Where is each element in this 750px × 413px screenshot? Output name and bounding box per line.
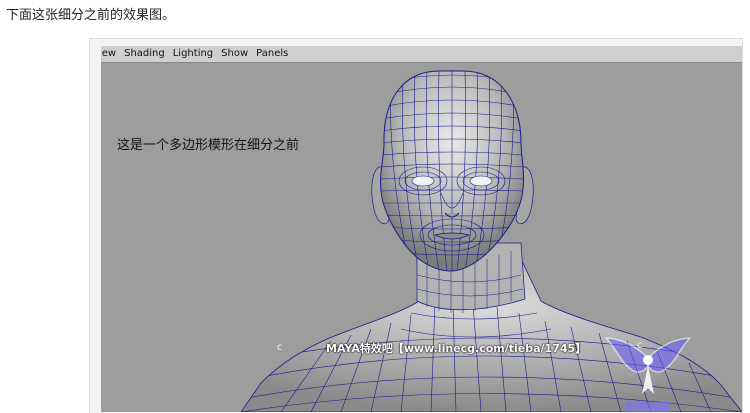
menu-lighting[interactable]: Lighting bbox=[173, 46, 213, 62]
watermark-text: MAYA特效吧【www.linecg.com/tieba/1745】 bbox=[326, 342, 587, 355]
menu-show[interactable]: Show bbox=[221, 46, 248, 62]
menu-shading[interactable]: Shading bbox=[124, 46, 165, 62]
menu-panels[interactable]: Panels bbox=[256, 46, 288, 62]
head-mesh bbox=[380, 70, 525, 272]
viewport-menubar: iew Shading Lighting Show Panels bbox=[101, 46, 742, 63]
wing-logo bbox=[604, 337, 692, 412]
left-eye bbox=[411, 175, 435, 187]
component-marker-left: c bbox=[277, 342, 283, 353]
viewport-caption: 这是一个多边形模形在细分之前 bbox=[117, 138, 300, 153]
menu-view[interactable]: iew bbox=[101, 46, 116, 62]
right-eye bbox=[469, 175, 493, 187]
intro-text: 下面这张细分之前的效果图。 bbox=[6, 8, 176, 23]
